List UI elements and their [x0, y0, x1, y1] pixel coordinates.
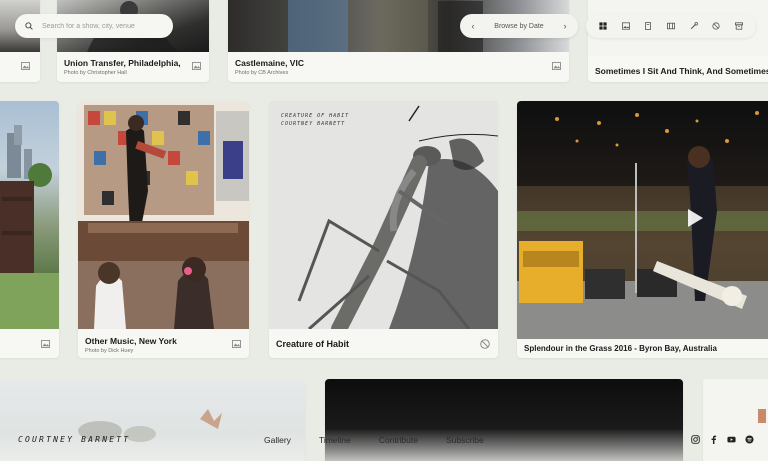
image-icon: [41, 340, 50, 348]
photo-credit: Photo by CB Archives: [235, 70, 289, 76]
album-art-text: CREATURE OF HABIT COURTNEY BARNETT: [281, 112, 349, 128]
next-date-button[interactable]: ›: [559, 21, 571, 31]
card-top-left-partial[interactable]: [0, 0, 40, 82]
browse-by-date-button[interactable]: Browse by Date: [494, 23, 543, 30]
album-art-title: CREATURE OF HABIT: [281, 113, 350, 119]
archive-icon[interactable]: [731, 18, 747, 34]
date-navigator: ‹ Browse by Date ›: [460, 14, 578, 38]
image-icon: [21, 62, 30, 70]
search-input[interactable]: [42, 22, 172, 30]
image-icon: [192, 62, 201, 70]
nav-subscribe[interactable]: Subscribe: [446, 435, 484, 445]
video-icon[interactable]: [663, 18, 679, 34]
card-union-transfer[interactable]: Union Transfer, Philadelphia, PA Photo b…: [57, 0, 209, 82]
play-icon[interactable]: [688, 209, 703, 227]
card-title: Castlemaine, VIC: [235, 58, 304, 68]
nav-timeline[interactable]: Timeline: [319, 435, 351, 445]
album-art: CREATURE OF HABIT COURTNEY BARNETT: [269, 101, 498, 329]
mantis-artwork: [269, 101, 498, 329]
card-title: Sometimes I Sit And Think, And Sometimes…: [595, 66, 768, 76]
festival-stage-photo: [517, 111, 768, 339]
spotify-icon[interactable]: [745, 435, 754, 444]
card-splendour[interactable]: Splendour in the Grass 2016 - Byron Bay,…: [517, 101, 768, 358]
nav-gallery[interactable]: Gallery: [264, 435, 291, 445]
card-other-music[interactable]: Other Music, New York Photo by Dick Huey: [78, 101, 249, 358]
card-creature-of-habit[interactable]: CREATURE OF HABIT COURTNEY BARNETT Creat…: [269, 101, 498, 358]
vinyl-icon: [480, 339, 490, 349]
card-title: Creature of Habit: [276, 339, 350, 349]
photo-credit: Photo by Christopher Hall: [64, 70, 127, 76]
nav-contribute[interactable]: Contribute: [379, 435, 418, 445]
site-logo[interactable]: COURTNEY BARNETT: [18, 435, 130, 444]
album-art-artist: COURTNEY BARNETT: [281, 121, 346, 127]
prev-date-button[interactable]: ‹: [467, 21, 479, 31]
grid-view-icon[interactable]: [595, 18, 611, 34]
card-castlemaine[interactable]: Castlemaine, VIC Photo by CB Archives: [228, 0, 569, 82]
search-icon: [25, 17, 33, 35]
image-icon: [552, 62, 561, 70]
image-icon: [232, 340, 241, 348]
social-links: [682, 435, 754, 444]
photo: [0, 101, 59, 329]
pen-icon[interactable]: [686, 18, 702, 34]
festival-photo: [0, 125, 59, 329]
site-footer: COURTNEY BARNETT Gallery Timeline Contri…: [0, 421, 768, 461]
document-icon[interactable]: [640, 18, 656, 34]
youtube-icon[interactable]: [727, 435, 736, 444]
image-icon[interactable]: [618, 18, 634, 34]
video-thumbnail: [517, 101, 768, 339]
card-left-partial[interactable]: [0, 101, 59, 358]
photo-credit: Photo by Dick Huey: [85, 348, 134, 354]
no-icon[interactable]: [708, 18, 724, 34]
footer-nav: Gallery Timeline Contribute Subscribe: [264, 435, 512, 445]
photo: [78, 101, 249, 329]
search-bar[interactable]: [15, 14, 173, 38]
card-sometimes-i-sit[interactable]: Sometimes I Sit And Think, And Sometimes…: [588, 0, 768, 82]
record-store-photo: [78, 101, 249, 329]
card-title: Splendour in the Grass 2016 - Byron Bay,…: [524, 344, 717, 353]
card-title: Other Music, New York: [85, 336, 177, 346]
card-title: Union Transfer, Philadelphia, PA: [64, 58, 181, 68]
instagram-icon[interactable]: [691, 435, 700, 444]
facebook-icon[interactable]: [709, 435, 718, 444]
view-filter-toolbar: [586, 14, 756, 38]
